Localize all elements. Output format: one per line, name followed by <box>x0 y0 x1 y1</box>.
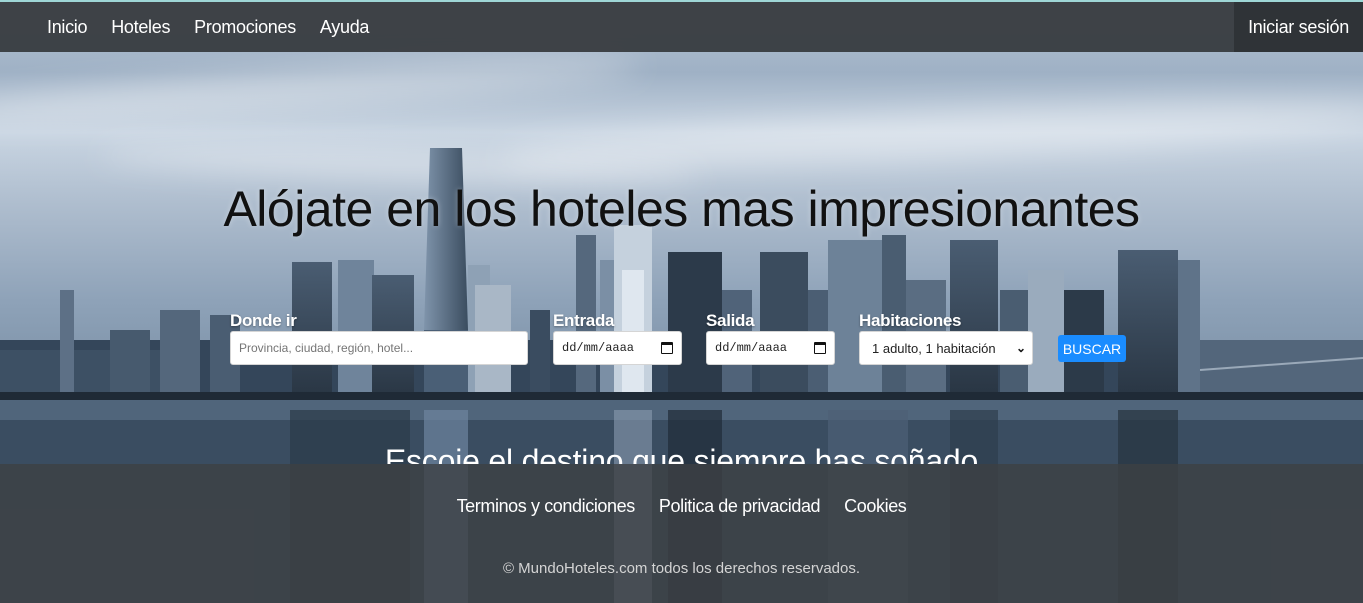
footer-link-privacidad[interactable]: Politica de privacidad <box>659 496 821 517</box>
checkin-date-value: dd/mm/aaaa <box>562 341 635 355</box>
nav-link-ayuda[interactable]: Ayuda <box>308 2 381 52</box>
nav-links: Inicio Hoteles Promociones Ayuda <box>0 2 381 52</box>
nav-link-inicio[interactable]: Inicio <box>35 2 99 52</box>
checkin-field: Entrada dd/mm/aaaa <box>553 311 682 365</box>
nav-link-hoteles[interactable]: Hoteles <box>99 2 182 52</box>
hotel-search-form: Donde ir Entrada dd/mm/aaaa Salida dd/mm… <box>230 311 1130 367</box>
footer-links: Terminos y condiciones Politica de priva… <box>0 496 1363 517</box>
search-button[interactable]: BUSCAR <box>1058 335 1126 362</box>
copyright-text: © MundoHoteles.com todos los derechos re… <box>502 560 861 577</box>
destination-label: Donde ir <box>230 311 297 330</box>
main-navbar: Inicio Hoteles Promociones Ayuda Iniciar… <box>0 2 1363 52</box>
page-title: Alójate en los hoteles mas impresionante… <box>223 181 1140 237</box>
site-footer: Terminos y condiciones Politica de priva… <box>0 464 1363 603</box>
checkout-date-value: dd/mm/aaaa <box>715 341 788 355</box>
checkout-field: Salida dd/mm/aaaa <box>706 311 835 365</box>
chevron-down-icon: ⌄ <box>1015 341 1026 355</box>
tagline: Escoje el destino que siempre has soñado <box>384 443 979 464</box>
rooms-select-value: 1 adulto, 1 habitación <box>872 340 996 356</box>
rooms-field: Habitaciones 1 adulto, 1 habitación ⌄ <box>859 311 1033 365</box>
calendar-icon[interactable] <box>814 342 826 354</box>
checkin-label: Entrada <box>553 311 615 330</box>
destination-input[interactable] <box>230 331 528 365</box>
footer-link-cookies[interactable]: Cookies <box>844 496 907 517</box>
calendar-icon[interactable] <box>661 342 673 354</box>
checkin-date-input[interactable]: dd/mm/aaaa <box>553 331 682 365</box>
login-button[interactable]: Iniciar sesión <box>1234 2 1363 52</box>
checkout-label: Salida <box>706 311 755 330</box>
rooms-select[interactable]: 1 adulto, 1 habitación ⌄ <box>859 331 1033 365</box>
nav-link-promociones[interactable]: Promociones <box>182 2 308 52</box>
footer-link-terminos[interactable]: Terminos y condiciones <box>457 496 636 517</box>
rooms-label: Habitaciones <box>859 311 962 330</box>
checkout-date-input[interactable]: dd/mm/aaaa <box>706 331 835 365</box>
destination-field: Donde ir <box>230 311 528 365</box>
